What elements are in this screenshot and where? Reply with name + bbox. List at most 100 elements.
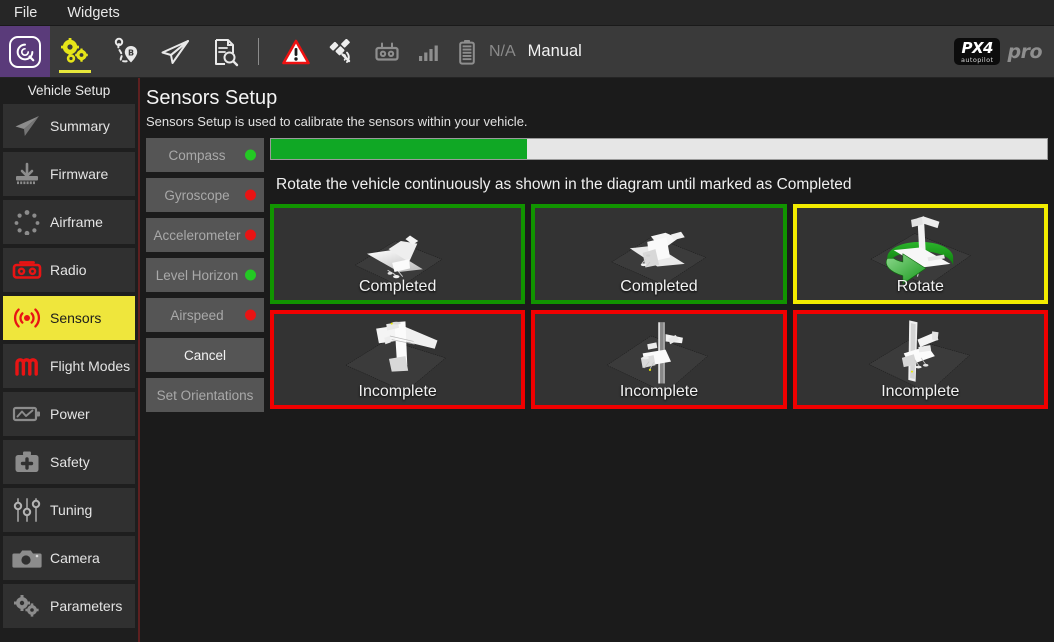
px4-mark: PX4 autopilot: [954, 38, 1001, 66]
orientation-cell-level[interactable]: Completed: [270, 204, 525, 304]
sensors-icon: [12, 304, 42, 332]
px4-mark-bottom: autopilot: [961, 57, 994, 64]
radio-icon: [12, 256, 42, 284]
sidebar-item-summary[interactable]: Summary: [3, 104, 135, 148]
satellite-icon: [328, 39, 356, 65]
sidebar-item-label: Airframe: [50, 214, 103, 230]
sidebar-item-airframe[interactable]: Airframe: [3, 200, 135, 244]
page-title: Sensors Setup: [146, 86, 1048, 114]
sidebar-item-camera[interactable]: Camera: [3, 536, 135, 580]
px4-pro-text: pro: [1007, 41, 1042, 63]
signal-bars-icon: [418, 41, 440, 63]
orientation-cell-caption: Completed: [359, 278, 436, 300]
qgroundcontrol-logo-button[interactable]: [0, 26, 50, 77]
rc-status-button[interactable]: [365, 26, 409, 78]
calibration-content: Rotate the vehicle continuously as shown…: [270, 138, 1048, 412]
status-dot: [245, 190, 256, 201]
toolbar-button-plan[interactable]: B: [100, 26, 150, 77]
svg-text:B: B: [128, 48, 134, 57]
sidebar-item-firmware[interactable]: Firmware: [3, 152, 135, 196]
vehicle-setup-sidebar: Vehicle Setup Summary Firmware: [0, 78, 140, 642]
warning-triangle-icon: [282, 39, 310, 65]
calibration-progress-bar: [270, 138, 1048, 160]
page-subtitle: Sensors Setup is used to calibrate the s…: [146, 114, 1048, 138]
parameters-icon: [12, 592, 42, 620]
sidebar-item-label: Sensors: [50, 310, 101, 326]
flight-mode-selector[interactable]: Manual: [520, 42, 590, 61]
orientation-grid: Completed: [270, 204, 1048, 412]
sidebar-item-label: Summary: [50, 118, 110, 134]
paper-plane-icon: [159, 37, 191, 67]
gears-icon: [59, 37, 91, 67]
px4-pro-logo: PX4 autopilot pro: [954, 26, 1054, 77]
sidebar-item-tuning[interactable]: Tuning: [3, 488, 135, 532]
battery-status-button[interactable]: [449, 26, 485, 78]
status-dot: [245, 230, 256, 241]
menu-item-widgets[interactable]: Widgets: [63, 3, 123, 23]
sidebar-title: Vehicle Setup: [0, 78, 138, 104]
orientation-cell-nose-down[interactable]: Completed: [531, 204, 786, 304]
toolbar-spacer: [590, 26, 954, 77]
orientation-cell-upside-down[interactable]: Incomplete: [270, 310, 525, 410]
sidebar-item-flight-modes[interactable]: Flight Modes: [3, 344, 135, 388]
toolbar-button-analyze[interactable]: [200, 26, 250, 77]
calibration-button-label: Level Horizon: [156, 268, 255, 283]
tuning-icon: [12, 496, 42, 524]
orientation-cell-caption: Incomplete: [881, 383, 959, 405]
menu-item-file[interactable]: File: [10, 3, 41, 23]
menu-bar: File Widgets: [0, 0, 1054, 26]
sidebar-item-radio[interactable]: Radio: [3, 248, 135, 292]
sidebar-item-label: Firmware: [50, 166, 108, 182]
qgroundcontrol-logo-icon: [9, 36, 41, 68]
px4-mark-top: PX4: [961, 41, 993, 56]
telemetry-status-button[interactable]: [409, 26, 449, 78]
sidebar-item-label: Radio: [50, 262, 87, 278]
cancel-button[interactable]: Cancel: [146, 338, 264, 372]
main-toolbar: B: [0, 26, 1054, 78]
qgroundcontrol-window: File Widgets: [0, 0, 1054, 642]
toolbar-button-vehicle-setup[interactable]: [50, 26, 100, 77]
calibration-button-level-horizon[interactable]: Level Horizon: [146, 258, 264, 292]
calibration-button-label: Accelerometer: [153, 228, 256, 243]
calibration-button-compass[interactable]: Compass: [146, 138, 264, 172]
toolbar-divider: [258, 38, 259, 65]
sidebar-item-parameters[interactable]: Parameters: [3, 584, 135, 628]
content-area: Vehicle Setup Summary Firmware: [0, 78, 1054, 642]
calibration-button-airspeed[interactable]: Airspeed: [146, 298, 264, 332]
calibration-button-label: Cancel: [184, 348, 226, 363]
orientation-cell-right-side[interactable]: Incomplete: [793, 310, 1048, 410]
battery-value: N/A: [485, 43, 520, 61]
battery-icon: [458, 39, 476, 65]
calibration-button-accelerometer[interactable]: Accelerometer: [146, 218, 264, 252]
status-dot: [245, 150, 256, 161]
orientation-cell-rotate[interactable]: Rotate: [793, 204, 1048, 304]
sidebar-item-label: Camera: [50, 550, 100, 566]
power-icon: [12, 400, 42, 428]
sidebar-item-label: Tuning: [50, 502, 92, 518]
calibration-progress-fill: [271, 139, 527, 159]
sensors-setup-panel: Sensors Setup Sensors Setup is used to c…: [140, 78, 1054, 642]
sidebar-item-label: Safety: [50, 454, 90, 470]
orientation-cell-left-side[interactable]: Incomplete: [531, 310, 786, 410]
calibration-button-label: Gyroscope: [164, 188, 245, 203]
toolbar-status-group: N/A Manual: [267, 26, 590, 77]
toolbar-button-fly[interactable]: [150, 26, 200, 77]
sidebar-item-label: Flight Modes: [50, 358, 130, 374]
camera-icon: [12, 544, 42, 572]
rc-transmitter-icon: [374, 41, 400, 63]
sidebar-item-power[interactable]: Power: [3, 392, 135, 436]
sidebar-item-label: Power: [50, 406, 90, 422]
vehicle-messages-button[interactable]: [273, 26, 319, 78]
safety-icon: [12, 448, 42, 476]
orientation-cell-caption: Incomplete: [620, 383, 698, 405]
sidebar-item-sensors[interactable]: Sensors: [3, 296, 135, 340]
calibration-button-label: Airspeed: [170, 308, 239, 323]
sidebar-item-safety[interactable]: Safety: [3, 440, 135, 484]
waypoints-icon: B: [110, 37, 140, 67]
sidebar-item-label: Parameters: [50, 598, 122, 614]
calibration-button-gyroscope[interactable]: Gyroscope: [146, 178, 264, 212]
flight-modes-icon: [12, 352, 42, 380]
gps-status-button[interactable]: [319, 26, 365, 78]
set-orientations-button[interactable]: Set Orientations: [146, 378, 264, 412]
status-dot: [245, 310, 256, 321]
